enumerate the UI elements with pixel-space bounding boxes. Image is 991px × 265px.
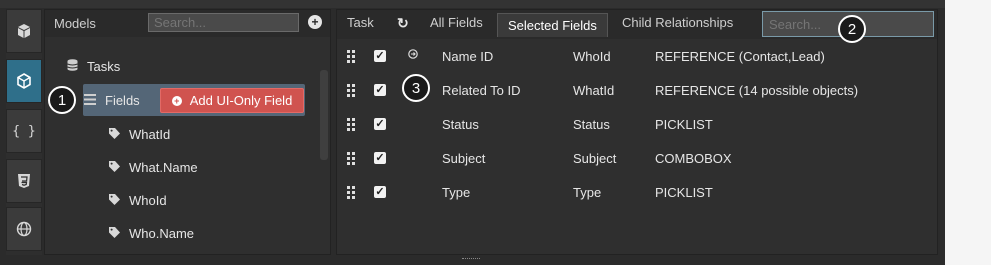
field-api-name: Type (573, 185, 602, 200)
tree-item-fields[interactable]: Fields (83, 93, 140, 108)
tree-item-tasks[interactable]: Tasks (65, 59, 120, 74)
top-strip (0, 0, 945, 8)
field-label: Status (442, 117, 479, 132)
list-icon (83, 93, 97, 108)
field-label: Subject (442, 151, 486, 166)
tag-icon (107, 160, 121, 175)
field-type: REFERENCE (Contact,Lead) (655, 49, 825, 64)
tree-scrollbar[interactable] (320, 70, 328, 160)
field-label: Related To ID (442, 83, 521, 98)
tree-label: Tasks (87, 59, 121, 74)
tree-item-whatid[interactable]: WhatId (107, 127, 170, 142)
field-label: Name ID (442, 49, 494, 64)
right-margin (945, 0, 991, 265)
tree-label: What.Name (129, 160, 198, 175)
models-search-input[interactable] (148, 13, 299, 32)
app-window: { } Models + Tasks (0, 0, 991, 265)
models-panel: Models + Tasks Fields + (44, 9, 331, 255)
tree-item-what-name[interactable]: What.Name (107, 160, 198, 175)
field-api-name: Status (573, 117, 610, 132)
drag-handle-icon[interactable] (347, 50, 357, 63)
field-api-name: WhoId (573, 49, 611, 64)
field-type: COMBOBOX (655, 151, 732, 166)
drag-handle-icon[interactable] (347, 186, 357, 199)
field-type: PICKLIST (655, 117, 713, 132)
tab-task[interactable]: Task (347, 15, 374, 30)
table-row[interactable]: ✓ Name ID WhoId REFERENCE (Contact,Lead) (337, 40, 937, 74)
tree-label: Fields (105, 93, 140, 108)
callout-badge-1: 1 (48, 86, 76, 114)
field-checkbox[interactable]: ✓ (374, 118, 386, 130)
tag-icon (107, 226, 121, 241)
plus-circle-icon: + (171, 95, 182, 106)
models-header: Models + (45, 10, 330, 37)
field-checkbox[interactable]: ✓ (374, 84, 386, 96)
field-api-name: Subject (573, 151, 617, 166)
model-cube-icon[interactable] (6, 59, 42, 103)
model-tree: Tasks Fields + Add UI-Only Field WhatId … (45, 37, 315, 255)
tab-selected-fields[interactable]: Selected Fields (497, 13, 608, 37)
tab-all-fields[interactable]: All Fields (430, 15, 483, 30)
models-title: Models (54, 16, 96, 31)
arrow-circle-icon[interactable] (408, 49, 418, 62)
tree-label: WhoId (129, 193, 167, 208)
tree-item-who-name[interactable]: Who.Name (107, 226, 194, 241)
table-row[interactable]: ✓ Type Type PICKLIST (337, 176, 937, 210)
fields-panel: Task ↻ All Fields Selected Fields Child … (336, 9, 938, 255)
tree-item-whoid[interactable]: WhoId (107, 193, 167, 208)
globe-icon[interactable] (6, 207, 42, 251)
add-ui-only-field-button[interactable]: + Add UI-Only Field (160, 88, 304, 113)
database-icon (65, 59, 79, 74)
field-type: PICKLIST (655, 185, 713, 200)
table-row[interactable]: ✓ Status Status PICKLIST (337, 108, 937, 142)
add-ui-only-field-label: Add UI-Only Field (189, 93, 293, 108)
drag-handle-icon[interactable] (347, 118, 357, 131)
field-checkbox[interactable]: ✓ (374, 152, 386, 164)
field-api-name: WhatId (573, 83, 615, 98)
resize-handle[interactable] (462, 258, 480, 263)
components-icon[interactable] (6, 9, 42, 53)
refresh-icon[interactable]: ↻ (397, 15, 409, 32)
tab-child-relationships[interactable]: Child Relationships (622, 15, 733, 30)
drag-handle-icon[interactable] (347, 84, 357, 97)
field-checkbox[interactable]: ✓ (374, 186, 386, 198)
field-checkbox[interactable]: ✓ (374, 50, 386, 62)
field-type: REFERENCE (14 possible objects) (655, 83, 859, 98)
tag-icon (107, 127, 121, 142)
code-braces-icon[interactable]: { } (6, 109, 42, 153)
tree-label: WhatId (129, 127, 171, 142)
callout-badge-3: 3 (402, 74, 430, 102)
add-model-icon[interactable]: + (308, 15, 322, 29)
tree-label: Who.Name (129, 226, 195, 241)
tree-row-partial (65, 37, 125, 42)
side-rail: { } (6, 9, 42, 255)
field-label: Type (442, 185, 471, 200)
drag-handle-icon[interactable] (347, 152, 357, 165)
table-row[interactable]: ✓ Subject Subject COMBOBOX (337, 142, 937, 176)
css-icon[interactable] (6, 159, 42, 203)
tag-icon (107, 193, 121, 208)
callout-badge-2: 2 (838, 15, 866, 43)
